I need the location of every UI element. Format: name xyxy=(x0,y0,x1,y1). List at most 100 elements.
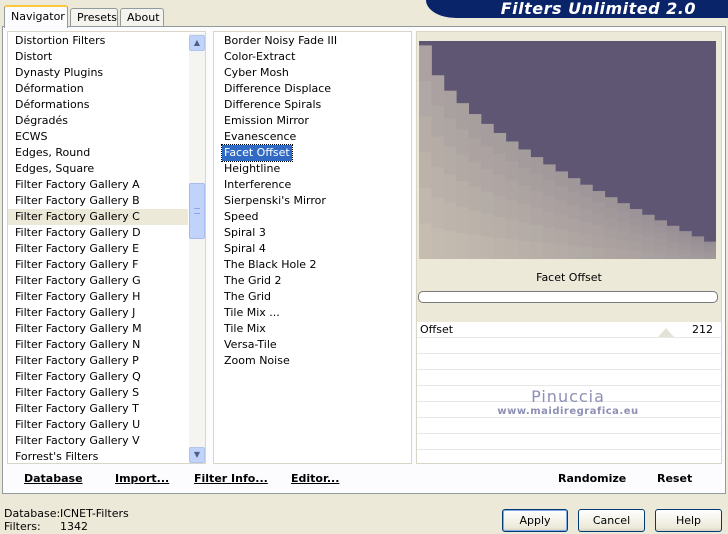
category-item[interactable]: Filter Factory Gallery U xyxy=(8,417,188,433)
category-item[interactable]: Filter Factory Gallery M xyxy=(8,321,188,337)
filter-items: Border Noisy Fade III Color-Extract Cyber … xyxy=(214,33,339,369)
parameter-value: 212 xyxy=(692,323,713,336)
filter-item-label: Interference xyxy=(224,178,292,191)
category-item[interactable]: Déformations xyxy=(8,97,188,113)
tab-about[interactable]: About xyxy=(120,8,164,27)
filters-count-status: Filters: 1342 xyxy=(4,520,129,533)
filter-item-label: Difference Spirals xyxy=(224,98,322,111)
apply-button[interactable]: Apply xyxy=(502,509,568,532)
category-item[interactable]: Filter Factory Gallery S xyxy=(8,385,188,401)
tab-navigator[interactable]: Navigator xyxy=(4,5,68,28)
category-item[interactable]: Filter Factory Gallery C xyxy=(8,209,188,225)
filter-item[interactable]: Versa-Tile xyxy=(214,337,339,353)
app-banner-title: Filters Unlimited 2.0 xyxy=(426,0,728,18)
filter-item[interactable]: The Black Hole 2 xyxy=(214,257,339,273)
category-item[interactable]: Filter Factory Gallery N xyxy=(8,337,188,353)
filter-item-label: Heightline xyxy=(224,162,281,175)
import-button[interactable]: Import... xyxy=(115,470,169,488)
filters-count-value: 1342 xyxy=(60,520,88,533)
parameter-name: Offset xyxy=(420,323,454,336)
parameter-row-empty xyxy=(417,338,721,354)
cancel-button[interactable]: Cancel xyxy=(578,509,645,532)
reset-button[interactable]: Reset xyxy=(657,470,692,488)
category-scrollbar[interactable]: ▲ ▼ xyxy=(189,33,205,463)
filter-item-label: The Grid 2 xyxy=(224,274,282,287)
filter-item[interactable]: Interference xyxy=(214,177,339,193)
category-item[interactable]: Distort xyxy=(8,49,188,65)
category-item[interactable]: ECWS xyxy=(8,129,188,145)
parameter-row-empty xyxy=(417,354,721,370)
filter-item-label: Sierpenski's Mirror xyxy=(224,194,326,207)
filter-list[interactable]: Border Noisy Fade III Color-Extract Cyber … xyxy=(213,31,412,464)
filter-item[interactable]: Evanescence xyxy=(214,129,339,145)
filter-item-label: Spiral 4 xyxy=(224,242,266,255)
category-item[interactable]: Filter Factory Gallery A xyxy=(8,177,188,193)
database-status-label: Database: xyxy=(4,507,61,520)
filter-item[interactable]: Tile Mix xyxy=(214,321,339,337)
scroll-thumb[interactable] xyxy=(189,183,205,239)
help-button[interactable]: Help xyxy=(655,509,722,532)
category-item[interactable]: Filter Factory Gallery H xyxy=(8,289,188,305)
database-button[interactable]: Database xyxy=(24,470,83,488)
category-item[interactable]: Filter Factory Gallery J xyxy=(8,305,188,321)
facet-offset-preview xyxy=(419,41,716,259)
filter-item-label: Color-Extract xyxy=(224,50,296,63)
filter-item[interactable]: Cyber Mosh xyxy=(214,65,339,81)
filter-item-label: Tile Mix xyxy=(224,322,266,335)
category-item[interactable]: Distortion Filters xyxy=(8,33,188,49)
category-item[interactable]: Filter Factory Gallery B xyxy=(8,193,188,209)
tab-presets[interactable]: Presets xyxy=(70,8,118,27)
filter-item-label: Border Noisy Fade III xyxy=(224,34,338,47)
category-item[interactable]: Forrest's Filters xyxy=(8,449,188,465)
filter-item[interactable]: Heightline xyxy=(214,161,339,177)
filter-item[interactable]: Color-Extract xyxy=(214,49,339,65)
filter-item[interactable]: Speed xyxy=(214,209,339,225)
scroll-down-button[interactable]: ▼ xyxy=(189,447,205,463)
category-item[interactable]: Filter Factory Gallery G xyxy=(8,273,188,289)
category-item[interactable]: Filter Factory Gallery V xyxy=(8,433,188,449)
category-item[interactable]: Filter Factory Gallery E xyxy=(8,241,188,257)
filter-item[interactable]: Spiral 3 xyxy=(214,225,339,241)
parameter-list: Offset 212 xyxy=(417,322,721,463)
filter-item-label: Versa-Tile xyxy=(224,338,277,351)
editor-button[interactable]: Editor... xyxy=(291,470,339,488)
filter-info-button[interactable]: Filter Info... xyxy=(194,470,268,488)
category-item[interactable]: Filter Factory Gallery Q xyxy=(8,369,188,385)
category-item[interactable]: Filter Factory Gallery P xyxy=(8,353,188,369)
filter-item[interactable]: The Grid xyxy=(214,289,339,305)
category-list[interactable]: Distortion Filters Distort Dynasty Plugins… xyxy=(7,31,206,464)
filter-item[interactable]: The Grid 2 xyxy=(214,273,339,289)
category-item[interactable]: Filter Factory Gallery D xyxy=(8,225,188,241)
category-item[interactable]: Dynasty Plugins xyxy=(8,65,188,81)
scroll-up-button[interactable]: ▲ xyxy=(189,35,205,51)
category-item[interactable]: Déformation xyxy=(8,81,188,97)
filter-item-label: Evanescence xyxy=(224,130,297,143)
filter-item-label: The Black Hole 2 xyxy=(224,258,317,271)
filter-item[interactable]: Spiral 4 xyxy=(214,241,339,257)
parameter-row-offset[interactable]: Offset 212 xyxy=(417,322,721,338)
category-item[interactable]: Edges, Round xyxy=(8,145,188,161)
category-items: Distortion Filters Distort Dynasty Plugins… xyxy=(8,33,188,465)
filter-item[interactable]: Zoom Noise xyxy=(214,353,339,369)
slider-marker-icon[interactable] xyxy=(658,328,674,337)
filter-item[interactable]: Difference Displace xyxy=(214,81,339,97)
filter-item[interactable]: Emission Mirror xyxy=(214,113,339,129)
category-item[interactable]: Filter Factory Gallery T xyxy=(8,401,188,417)
filter-item[interactable]: Tile Mix ... xyxy=(214,305,339,321)
filter-item[interactable]: Facet Offset xyxy=(214,144,339,162)
category-item[interactable]: Filter Factory Gallery F xyxy=(8,257,188,273)
parameter-row-empty xyxy=(417,434,721,450)
filter-item-label: Speed xyxy=(224,210,259,223)
status-area: Database:ICNET-Filters Filters: 1342 xyxy=(4,507,129,533)
filter-item[interactable]: Difference Spirals xyxy=(214,97,339,113)
filter-item[interactable]: Border Noisy Fade III xyxy=(214,33,339,49)
randomize-button[interactable]: Randomize xyxy=(558,470,626,488)
database-status-value: ICNET-Filters xyxy=(60,507,129,520)
filter-item-label: Difference Displace xyxy=(224,82,332,95)
category-item[interactable]: Dégradés xyxy=(8,113,188,129)
filter-item[interactable]: Sierpenski's Mirror xyxy=(214,193,339,209)
filter-preview-pane: Facet Offset Offset 212 xyxy=(416,31,722,464)
category-item[interactable]: Edges, Square xyxy=(8,161,188,177)
parameter-row-empty xyxy=(417,370,721,386)
parameter-row-empty xyxy=(417,386,721,402)
